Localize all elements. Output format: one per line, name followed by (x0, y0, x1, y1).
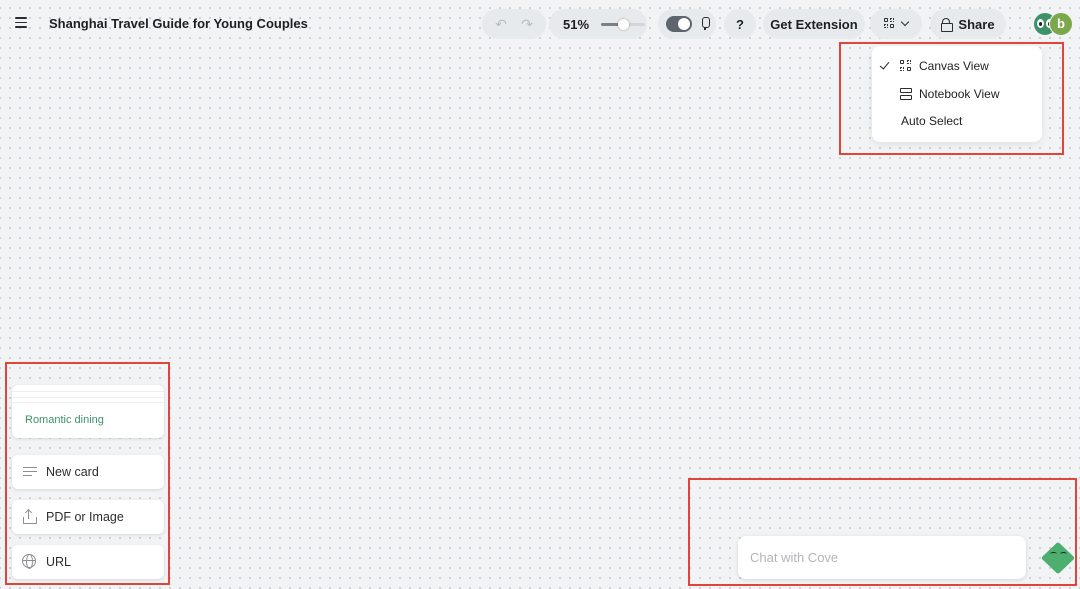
canvas-view-icon (900, 60, 913, 73)
redo-icon[interactable]: ↷ (519, 16, 535, 32)
top-toolbar: Shanghai Travel Guide for Young Couples … (0, 0, 1080, 48)
menu-item-label: Auto Select (901, 114, 963, 128)
upload-icon (22, 508, 38, 525)
menu-item-auto-select[interactable]: Auto Select (872, 108, 1042, 134)
chevron-down-icon (900, 17, 910, 27)
voice-controls (658, 9, 716, 39)
menu-item-label: Canvas View (919, 59, 989, 73)
checkmark-icon (879, 59, 890, 70)
share-label: Share (958, 16, 995, 32)
zoom-slider-handle[interactable] (618, 18, 630, 30)
menu-item-canvas-view[interactable]: Canvas View (872, 53, 1042, 79)
recent-card-preview[interactable]: Romantic dining (12, 385, 164, 438)
cove-assistant-icon[interactable] (1039, 540, 1077, 575)
avatar[interactable]: b (1049, 12, 1073, 36)
recent-card-title: Romantic dining (25, 414, 104, 426)
collaborator-avatars[interactable]: b (1033, 12, 1077, 36)
chat-input[interactable] (738, 536, 1026, 579)
share-button[interactable]: Share (930, 9, 1006, 39)
card-stack-lines (12, 391, 164, 403)
zoom-value: 51% (563, 16, 590, 32)
menu-item-label: Notebook View (919, 87, 1000, 101)
upload-pdf-image-button[interactable]: PDF or Image (12, 500, 164, 534)
lock-icon (941, 18, 954, 32)
canvas-view-icon (884, 18, 896, 30)
globe-icon (22, 554, 36, 569)
help-button[interactable]: ? (724, 9, 756, 39)
cove-gem-shape (1040, 541, 1076, 575)
new-card-label: New card (46, 465, 99, 479)
view-mode-button[interactable] (870, 9, 922, 39)
url-label: URL (46, 555, 72, 569)
zoom-slider[interactable] (601, 18, 646, 30)
add-url-button[interactable]: URL (12, 545, 164, 579)
voice-toggle[interactable] (666, 16, 692, 32)
document-title[interactable]: Shanghai Travel Guide for Young Couples (49, 16, 308, 31)
view-mode-menu: Canvas View Notebook View Auto Select (872, 46, 1042, 142)
undo-icon[interactable]: ↶ (493, 16, 509, 32)
cove-eye (1060, 552, 1067, 556)
microphone-icon[interactable] (700, 17, 710, 31)
notebook-view-icon (900, 88, 913, 101)
zoom-control: 51% (549, 9, 647, 39)
hamburger-menu-icon[interactable] (12, 14, 30, 34)
text-lines-icon (22, 464, 38, 480)
new-card-button[interactable]: New card (12, 455, 164, 489)
menu-item-notebook-view[interactable]: Notebook View (872, 81, 1042, 107)
history-controls: ↶ ↷ (482, 9, 546, 39)
get-extension-button[interactable]: Get Extension (763, 9, 865, 39)
upload-label: PDF or Image (46, 510, 124, 524)
cove-eye (1050, 552, 1057, 556)
